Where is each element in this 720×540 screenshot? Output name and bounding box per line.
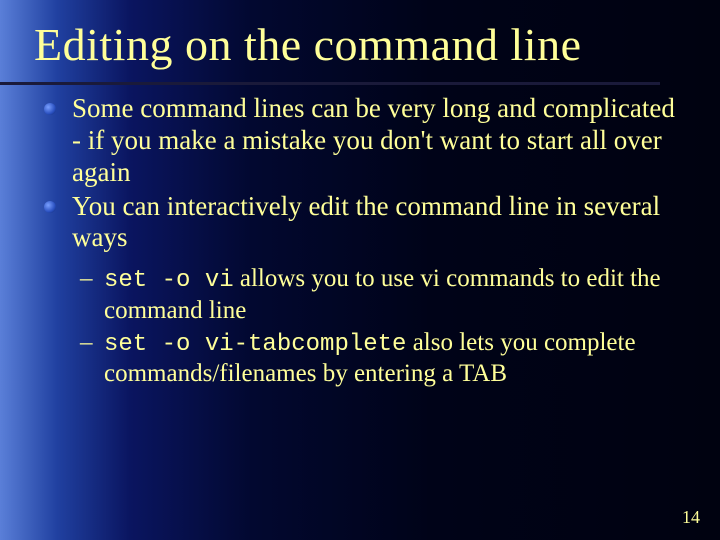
code-text: set -o vi [104,267,234,294]
slide-title: Editing on the command line [0,0,720,71]
bullet-list: Some command lines can be very long and … [40,93,680,254]
page-number: 14 [682,507,700,528]
title-underline [0,82,660,85]
code-text: set -o vi-tabcomplete [104,331,406,358]
bullet-item: Some command lines can be very long and … [40,93,680,189]
slide-content: Some command lines can be very long and … [0,71,720,390]
sub-bullet-item: – set -o vi-tabcomplete also lets you co… [80,328,680,390]
sub-bullet-item: – set -o vi allows you to use vi command… [80,264,680,326]
dash-icon: – [80,264,93,295]
sub-bullet-list: – set -o vi allows you to use vi command… [40,264,680,390]
bullet-item: You can interactively edit the command l… [40,191,680,255]
dash-icon: – [80,328,93,359]
